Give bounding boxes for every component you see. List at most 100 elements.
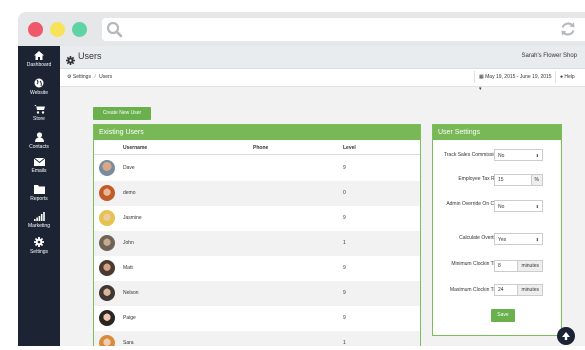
date-range-label: May 19, 2015 - June 19, 2015 [485,74,552,80]
min-clockin-input[interactable]: 8 minutes [494,260,543,272]
sidebar-item-label: Contacts [29,144,49,150]
sidebar-item-store[interactable]: Store [18,105,60,122]
caret-updown-icon: ⬍ [535,153,539,158]
avatar [99,260,115,276]
employee-tax-value: 15 [498,177,504,183]
level-cell: 0 [343,190,346,196]
column-header-phone: Phone [253,145,269,151]
close-window-button[interactable] [28,22,43,37]
username-cell: Sara [123,340,134,346]
envelope-icon [33,158,45,166]
caret-down-icon: ▾ [479,86,482,92]
caret-updown-icon: ⬍ [535,204,539,209]
sidebar-item-label: Settings [29,249,49,255]
username-cell: Dave [123,165,135,171]
level-cell: 9 [343,165,346,171]
table-row[interactable]: Jasmine 9 [94,206,420,231]
max-clockin-unit: minutes [517,285,542,295]
employee-tax-unit: % [530,175,542,185]
date-range-picker[interactable]: ▦ May 19, 2015 - June 19, 2015 ▾ [474,71,556,92]
sidebar-item-marketing[interactable]: Marketing [18,212,60,229]
scroll-to-top-button[interactable] [557,327,575,345]
maximize-window-button[interactable] [72,22,87,37]
track-sales-value: No [498,153,505,159]
sidebar-item-contacts[interactable]: Contacts [18,132,60,150]
username-cell: Nelson [123,290,139,296]
calculate-overtime-select[interactable]: Yes ⬍ [494,233,543,245]
user-icon [34,132,44,142]
avatar [99,335,115,346]
sidebar-item-emails[interactable]: Emails [18,158,60,174]
browser-chrome [18,12,585,46]
help-label: Help [564,74,575,80]
gear-icon [66,52,75,70]
sidebar-item-label: Marketing [28,223,50,229]
create-new-user-button[interactable]: Create New User [93,107,151,120]
table-row[interactable]: Nelson 9 [94,281,420,306]
breadcrumb: ⚙ Settings / Users [67,74,112,80]
avatar [99,285,115,301]
max-clockin-value: 24 [498,287,504,293]
avatar [99,210,115,226]
arrow-up-icon [562,332,570,340]
minimize-window-button[interactable] [50,22,65,37]
globe-icon [34,78,44,88]
table-row[interactable]: John 1 [94,231,420,256]
sidebar-item-label: Website [30,90,48,96]
table-row[interactable]: Sara 1 [94,331,420,346]
sidebar-item-label: Reports [30,196,48,202]
caret-updown-icon: ⬍ [535,237,539,242]
shop-name: Sarah's Flower Shop [521,53,577,59]
username-cell: Paige [123,315,136,321]
admin-override-select[interactable]: No ⬍ [494,200,543,212]
username-cell: John [123,240,134,246]
sub-toolbar: ⚙ Settings / Users ▦ May 19, 2015 - June… [60,69,585,92]
breadcrumb-settings-link[interactable]: Settings [73,74,91,80]
max-clockin-input[interactable]: 24 minutes [494,284,543,296]
save-button[interactable]: Save [491,309,515,322]
help-button[interactable]: ● Help [560,71,575,83]
level-cell: 9 [343,215,346,221]
username-cell: Matt [123,265,133,271]
track-sales-select[interactable]: No ⬍ [494,149,543,161]
avatar [99,185,115,201]
calculate-overtime-value: Yes [498,237,507,243]
browser-window: Dashboard Website Store Contacts Emails … [18,12,585,346]
username-cell: Jasmine [123,215,142,221]
sidebar-item-website[interactable]: Website [18,78,60,96]
sidebar-item-reports[interactable]: Reports [18,185,60,202]
level-cell: 9 [343,315,346,321]
table-row[interactable]: Dave 9 [94,156,420,181]
level-cell: 9 [343,290,346,296]
employee-tax-input[interactable]: 15 % [494,174,543,186]
user-settings-panel: User Settings Track Sales Commissions: N… [432,124,562,336]
gear-icon [34,237,44,247]
level-cell: 9 [343,265,346,271]
avatar [99,310,115,326]
address-bar[interactable] [102,18,585,41]
min-clockin-unit: minutes [517,261,542,271]
table-divider [94,154,420,155]
breadcrumb-separator: / [94,74,96,80]
folder-icon [33,185,45,194]
cart-icon [33,105,45,114]
column-header-username: Username [123,145,148,151]
sidebar: Dashboard Website Store Contacts Emails … [18,46,60,346]
sidebar-item-dashboard[interactable]: Dashboard [18,51,60,68]
min-clockin-value: 8 [498,263,501,269]
sidebar-item-settings[interactable]: Settings [18,237,60,255]
table-row[interactable]: Matt 9 [94,256,420,281]
breadcrumb-current: Users [99,74,113,80]
existing-users-title: Existing Users [94,125,420,140]
search-icon [106,21,123,43]
existing-users-panel: Existing Users Username Phone Level Dave… [93,124,421,346]
username-cell: demo [123,190,136,196]
avatar [99,235,115,251]
user-settings-title: User Settings [433,125,561,140]
level-cell: 1 [343,340,346,346]
table-row[interactable]: Paige 9 [94,306,420,331]
page-title: Users [78,51,102,61]
calendar-icon: ▦ [479,74,484,80]
reload-icon[interactable] [559,20,577,43]
table-row[interactable]: demo 0 [94,181,420,206]
